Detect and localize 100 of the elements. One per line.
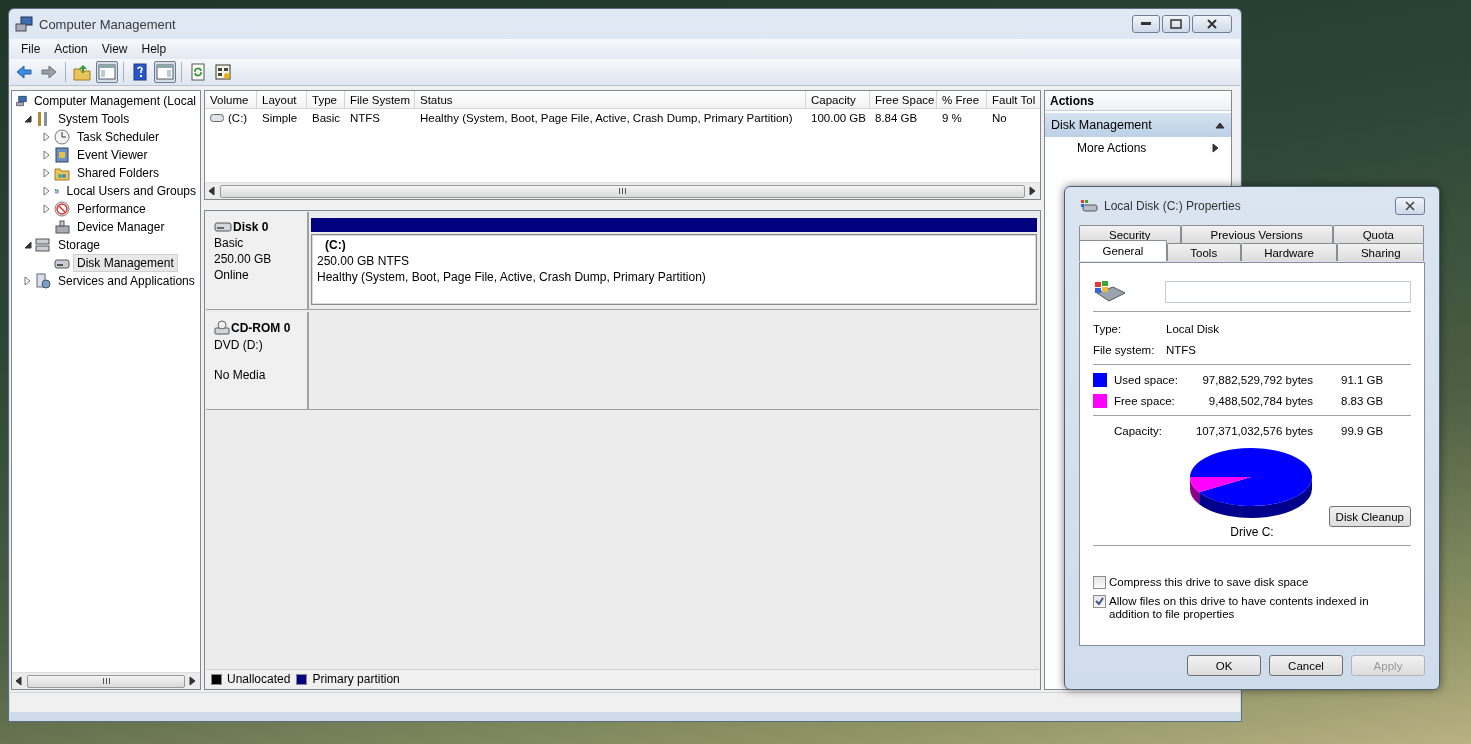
scroll-right-arrow-icon[interactable] [1028, 186, 1038, 196]
tab[interactable]: Security [1079, 225, 1181, 243]
menu-item[interactable]: Help [134, 42, 174, 56]
expand-arrow-icon[interactable] [42, 132, 52, 142]
toolbar-button[interactable] [154, 61, 176, 83]
partition-size: 250.00 GB NTFS [317, 254, 411, 268]
dialog-button[interactable]: Cancel [1269, 655, 1343, 676]
refresh-icon [189, 63, 207, 81]
window-title: Computer Management [39, 16, 176, 32]
device-icon [54, 219, 70, 235]
legend-label: Unallocated [227, 672, 291, 686]
actions-section-header[interactable]: Disk Management [1045, 113, 1231, 137]
storage-icon [35, 237, 51, 253]
tree-item[interactable]: System Tools [54, 110, 134, 128]
disk-size: 250.00 GB [214, 252, 273, 266]
info-value: Local Disk [1166, 322, 1221, 335]
tab[interactable]: Tools [1166, 243, 1241, 261]
tab[interactable]: Previous Versions [1180, 225, 1333, 243]
expand-arrow-icon[interactable] [42, 204, 52, 214]
checkbox-label: Allow files on this drive to have contents indexed in addition to file properties [1109, 595, 1370, 621]
disk-type: DVD (D:) [214, 338, 264, 352]
tab[interactable]: General [1079, 240, 1167, 261]
space-label: Used space: [1114, 373, 1179, 386]
space-bytes: 97,882,529,792 bytes [1201, 373, 1313, 386]
scroll-left-arrow-icon[interactable] [14, 676, 24, 686]
toolbar-button[interactable] [212, 61, 234, 83]
action-item[interactable]: More Actions [1045, 137, 1231, 159]
tree-item[interactable]: Computer Management (Local [29, 92, 200, 110]
tree-item[interactable]: Services and Applications [54, 272, 199, 290]
submenu-arrow-icon[interactable] [1211, 143, 1221, 153]
info-label: Type: [1093, 322, 1123, 335]
column-header[interactable]: Layout [257, 91, 307, 109]
column-header[interactable]: File System [345, 91, 415, 109]
column-header[interactable]: Free Space [870, 91, 937, 109]
disk-type: Basic [214, 236, 245, 250]
tab[interactable]: Quota [1332, 225, 1424, 243]
column-header[interactable]: Status [415, 91, 806, 109]
tree-item[interactable]: Local Users and Groups [62, 182, 200, 200]
space-bytes: 9,488,502,784 bytes [1207, 394, 1313, 407]
actions-title: Actions [1045, 91, 1231, 111]
expand-arrow-icon[interactable] [23, 276, 33, 286]
capacity-size: 99.9 GB [1341, 424, 1385, 437]
tree-item[interactable]: Storage [54, 236, 105, 254]
column-header[interactable]: Capacity [806, 91, 870, 109]
info-value: NTFS [1166, 343, 1198, 356]
tree-item[interactable]: Device Manager [73, 218, 169, 236]
collapse-arrow-icon[interactable] [23, 240, 33, 250]
table-cell-text: Basic [311, 112, 342, 124]
expand-arrow-icon[interactable] [42, 168, 52, 178]
capacity-bytes: 107,371,032,576 bytes [1194, 424, 1313, 437]
tree-item[interactable]: Shared Folders [73, 164, 164, 182]
clock-icon [54, 129, 70, 145]
maximize-button[interactable] [1162, 15, 1190, 33]
table-cell-text: 100.00 GB [810, 112, 867, 124]
minimize-button[interactable] [1132, 15, 1160, 33]
column-header[interactable]: % Free [937, 91, 987, 109]
menu-item[interactable]: File [14, 42, 48, 56]
column-header[interactable]: Volume [205, 91, 257, 109]
menu-item[interactable]: Action [47, 42, 95, 56]
menu-item[interactable]: View [94, 42, 135, 56]
scroll-left-arrow-icon[interactable] [207, 186, 217, 196]
close-icon [1404, 201, 1416, 211]
expand-arrow-icon[interactable] [42, 150, 52, 160]
table-cell-text: Healthy (System, Boot, Page File, Active, Crash Dump, Primary Partition) [419, 112, 794, 124]
close-button[interactable] [1192, 15, 1232, 33]
table-cell-text: 8.84 GB [874, 112, 919, 124]
partition-label: (C:) [324, 238, 347, 252]
properties-icon [214, 63, 232, 81]
folder-up-icon [73, 63, 91, 81]
event-log-icon [54, 147, 70, 163]
close-button[interactable] [1395, 197, 1425, 215]
horizontal-scrollbar[interactable] [12, 672, 200, 689]
column-header[interactable]: Type [307, 91, 345, 109]
checkbox[interactable] [1093, 576, 1106, 589]
checkmark-icon [1095, 597, 1104, 606]
tree-item[interactable]: Disk Management [73, 254, 178, 272]
tab[interactable]: Hardware [1240, 243, 1338, 261]
partition-box[interactable]: (C:) 250.00 GB NTFS Healthy (System, Boot, Page File, Active, Crash Dump, Primary Partition) [311, 234, 1037, 305]
disk-name: Disk 0 [214, 220, 307, 234]
info-label: File system: [1093, 343, 1156, 356]
tree-item[interactable]: Event Viewer [73, 146, 152, 164]
collapse-arrow-icon[interactable] [23, 114, 33, 124]
expand-arrow-icon[interactable] [42, 186, 52, 196]
dialog-button[interactable]: OK [1187, 655, 1261, 676]
tree-item[interactable]: Task Scheduler [73, 128, 164, 146]
table-cell-text: NTFS [349, 112, 382, 124]
forward-arrow-icon [40, 63, 58, 81]
pane-toggle-icon [98, 63, 116, 81]
scroll-right-arrow-icon[interactable] [188, 676, 198, 686]
legend-label: Primary partition [312, 672, 400, 686]
collapse-arrow-icon[interactable] [1215, 120, 1225, 130]
tree-item[interactable]: Performance [73, 200, 150, 218]
toolbar-button[interactable] [96, 61, 118, 83]
disk-cleanup-button[interactable]: Disk Cleanup [1328, 506, 1411, 527]
back-arrow-icon [15, 63, 33, 81]
tab[interactable]: Sharing [1337, 243, 1425, 261]
horizontal-scrollbar[interactable] [205, 182, 1040, 199]
checkbox[interactable] [1093, 595, 1106, 608]
name-field[interactable] [1165, 281, 1411, 303]
drive-icon [210, 114, 224, 122]
